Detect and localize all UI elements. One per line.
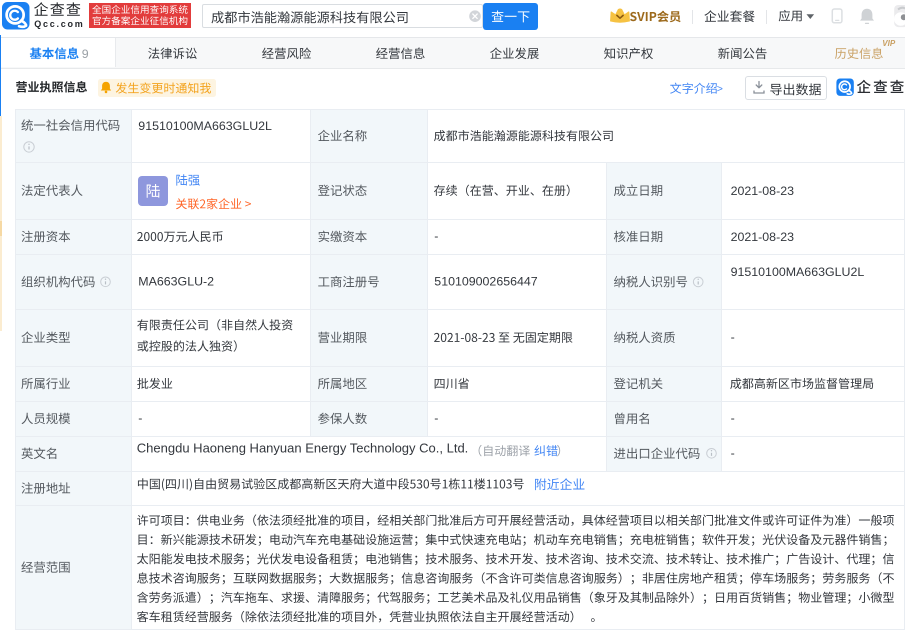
- svg-text:MA663GLU-2: MA663GLU-2: [138, 274, 214, 288]
- svg-text:2021-08-23: 2021-08-23: [731, 184, 794, 198]
- svg-text:-: -: [731, 411, 735, 425]
- svg-text:-: -: [434, 411, 438, 425]
- svg-text:91510100MA663GLU2L: 91510100MA663GLU2L: [138, 119, 272, 133]
- svg-text:-: -: [731, 330, 735, 344]
- svg-text:VIP: VIP: [882, 39, 896, 48]
- svg-text:-: -: [434, 229, 438, 243]
- svg-text:2021-08-23: 2021-08-23: [731, 230, 794, 244]
- svg-text:510109002656447: 510109002656447: [434, 275, 537, 289]
- svg-text:Chengdu Haoneng Hanyuan Energy: Chengdu Haoneng Hanyuan Energy Technolog…: [137, 440, 469, 455]
- svg-text:9: 9: [82, 47, 89, 61]
- svg-text:Qcc.com: Qcc.com: [34, 19, 84, 29]
- svg-text:91510100MA663GLU2L: 91510100MA663GLU2L: [731, 265, 865, 279]
- svg-text:-: -: [138, 411, 142, 425]
- svg-text:>: >: [717, 83, 723, 95]
- svg-text:-: -: [731, 446, 735, 460]
